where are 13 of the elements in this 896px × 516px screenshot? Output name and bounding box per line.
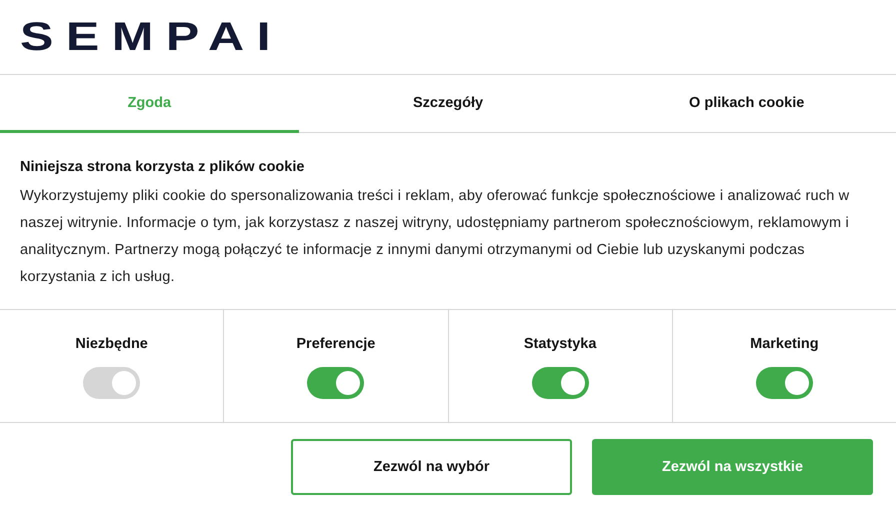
logo: SEMPAI	[20, 17, 283, 57]
content-text: Wykorzystujemy pliki cookie do spersonalizowania treści i reklam, aby oferować funkcje społecznościowe i analizować ruch w naszej witrynie. Informacje o tym, jak korzystasz z naszej witryny, udostępniamy partnerom społecznościowym, reklamowym i analitycznym. Partnerzy mogą połączyć te informacje z innymi danymi otrzymanymi od Ciebie lub uzyskanymi podczas korzystania z ich usług.	[20, 187, 850, 287]
content-heading: Niniejsza strona korzysta z plików cookie	[20, 159, 306, 175]
toggle-switch[interactable]	[532, 367, 589, 399]
allow-selection-button[interactable]: Zezwól na wybór	[291, 439, 572, 495]
category-label: Preferencje	[296, 336, 376, 352]
category-label: Marketing	[750, 336, 819, 352]
tab[interactable]: Szczegóły	[298, 75, 598, 133]
toggle-switch[interactable]	[756, 367, 813, 399]
category-label: Statystyka	[524, 336, 596, 352]
toggle-switch[interactable]	[307, 367, 364, 399]
tab[interactable]: O plikach cookie	[597, 75, 896, 133]
category-label: Niezbędne	[75, 336, 148, 352]
